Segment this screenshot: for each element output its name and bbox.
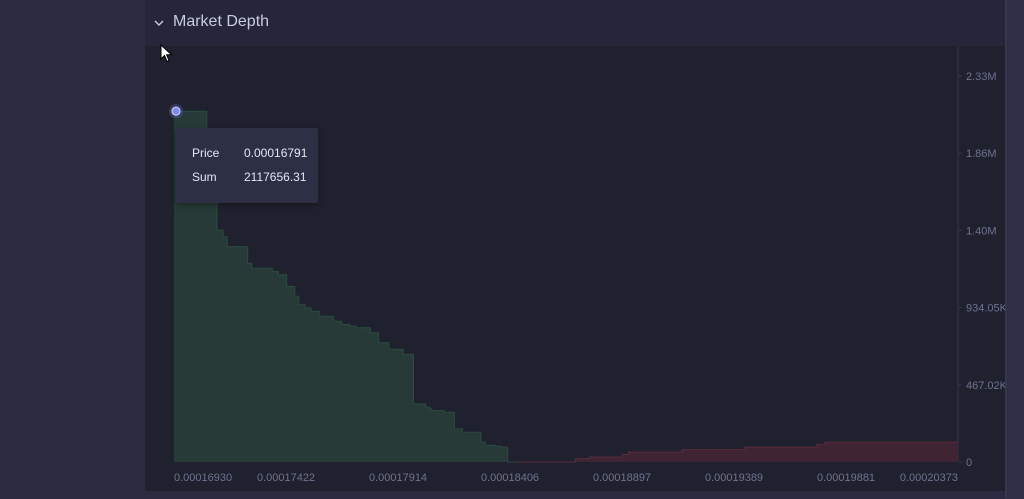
tooltip-price-label: Price (192, 146, 220, 160)
y-tick-label: 1.40M (966, 225, 997, 237)
left-sidebar-area (0, 0, 145, 499)
pane-divider (1005, 0, 1007, 499)
tooltip-sum-value: 2117656.31 (244, 170, 307, 184)
panel-header[interactable]: Market Depth (145, 0, 1005, 46)
chevron-down-icon[interactable] (153, 17, 165, 29)
panel-title: Market Depth (173, 13, 270, 30)
mouse-cursor-icon (160, 44, 173, 63)
y-tick-label: 467.02K (966, 380, 1005, 392)
x-tick-label: 0.00017422 (257, 472, 315, 484)
tooltip-sum-label: Sum (192, 170, 217, 184)
depth-tooltip: Price 0.00016791 Sum 2117656.31 (176, 128, 318, 203)
x-tick-label: 0.00017914 (369, 472, 427, 484)
x-tick-label: 0.00018406 (481, 472, 539, 484)
x-tick-label: 0.00019389 (705, 472, 763, 484)
x-tick-label: 0.00018897 (593, 472, 651, 484)
y-tick-label: 2.33M (966, 71, 997, 83)
depth-chart[interactable]: 0.00016930 0.00017422 0.00017914 0.00018406… (145, 46, 1005, 491)
x-tick-label: 0.00020373 (900, 472, 958, 484)
x-tick-label: 0.00019881 (817, 472, 875, 484)
x-tick-label: 0.00016930 (174, 472, 232, 484)
tooltip-price-value: 0.00016791 (244, 146, 308, 160)
hover-marker[interactable] (171, 106, 181, 116)
y-tick-label: 1.86M (966, 148, 997, 160)
right-scroll-area[interactable] (1005, 0, 1024, 499)
bottom-strip (145, 491, 1005, 499)
y-tick-label: 0 (966, 457, 972, 469)
y-tick-label: 934.05K (966, 303, 1005, 315)
